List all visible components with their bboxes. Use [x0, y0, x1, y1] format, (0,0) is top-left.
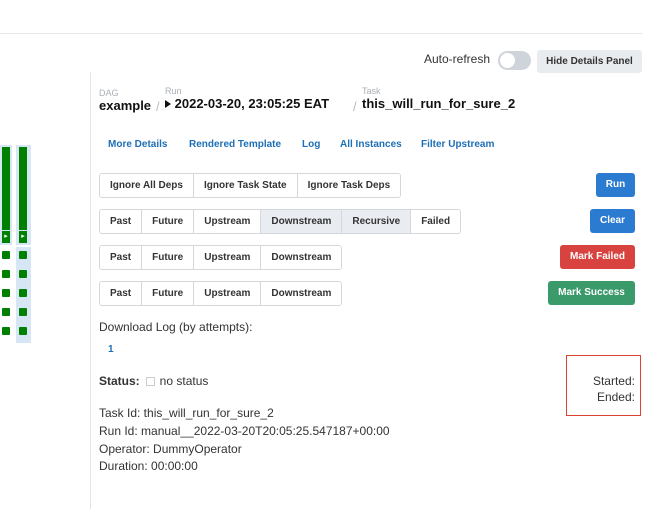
mark-success-downstream-button[interactable]: Downstream	[261, 282, 342, 305]
task-instance-cell[interactable]	[19, 308, 27, 316]
play-icon	[165, 100, 171, 108]
started-label: Started:	[592, 374, 635, 388]
run-duration-bar[interactable]	[2, 147, 10, 230]
run-bar-marker-icon: ▸	[19, 231, 27, 243]
run-options-group: Ignore All Deps Ignore Task State Ignore…	[99, 173, 402, 198]
breadcrumb-dag[interactable]: DAG example	[99, 88, 151, 113]
mark-success-options-group: Past Future Upstream Downstream	[99, 281, 343, 306]
breadcrumb-run-value-wrap[interactable]: 2022-03-20, 23:05:25 EAT	[165, 96, 329, 111]
mark-success-button[interactable]: Mark Success	[548, 281, 635, 305]
mark-failed-future-button[interactable]: Future	[142, 246, 195, 269]
task-instance-cell[interactable]	[2, 251, 10, 259]
auto-refresh-toggle[interactable]	[498, 51, 531, 70]
task-instance-cell[interactable]	[2, 327, 10, 335]
breadcrumb-task-label: Task	[362, 86, 381, 96]
log-link[interactable]: Log	[302, 139, 320, 150]
status-swatch-icon	[145, 376, 155, 386]
task-instance-cell[interactable]	[2, 308, 10, 316]
clear-failed-button[interactable]: Failed	[411, 210, 461, 233]
task-instance-cell[interactable]	[19, 327, 27, 335]
mark-failed-upstream-button[interactable]: Upstream	[194, 246, 262, 269]
breadcrumb-run-value[interactable]: 2022-03-20, 23:05:25 EAT	[175, 96, 329, 111]
breadcrumb-separator: /	[353, 99, 357, 114]
status-value: no status	[159, 374, 209, 388]
clear-options-group: Past Future Upstream Downstream Recursiv…	[99, 209, 462, 234]
filter-upstream-link[interactable]: Filter Upstream	[421, 139, 494, 150]
top-divider	[0, 33, 642, 34]
mark-failed-options-group: Past Future Upstream Downstream	[99, 245, 343, 270]
hide-details-panel-button[interactable]: Hide Details Panel	[537, 50, 642, 73]
breadcrumb-dag-label: DAG	[99, 88, 119, 98]
breadcrumb-separator: /	[156, 99, 160, 114]
breadcrumb-run-label: Run	[165, 86, 182, 96]
task-instance-cell[interactable]	[19, 270, 27, 278]
auto-refresh-label: Auto-refresh	[424, 52, 491, 66]
grid-view-strip: ▸ ▸	[0, 145, 32, 343]
run-id-text: Run Id: manual__2022-03-20T20:05:25.5471…	[99, 424, 390, 438]
mark-failed-past-button[interactable]: Past	[100, 246, 143, 269]
breadcrumb-task[interactable]: Task this_will_run_for_sure_2	[362, 86, 515, 111]
run-button[interactable]: Run	[596, 173, 635, 197]
dag-run-bar[interactable]: ▸	[0, 145, 12, 245]
toggle-knob	[500, 53, 515, 68]
all-instances-link[interactable]: All Instances	[340, 139, 402, 150]
more-details-link[interactable]: More Details	[108, 139, 167, 150]
task-id-text: Task Id: this_will_run_for_sure_2	[99, 406, 274, 420]
clear-future-button[interactable]: Future	[142, 210, 195, 233]
ignore-all-deps-button[interactable]: Ignore All Deps	[100, 174, 194, 197]
clear-upstream-button[interactable]: Upstream	[194, 210, 262, 233]
breadcrumb-task-value[interactable]: this_will_run_for_sure_2	[362, 96, 515, 111]
clear-recursive-button[interactable]: Recursive	[342, 210, 412, 233]
task-instance-cell[interactable]	[19, 289, 27, 297]
operator-text: Operator: DummyOperator	[99, 442, 242, 456]
mark-success-future-button[interactable]: Future	[142, 282, 195, 305]
mark-success-upstream-button[interactable]: Upstream	[194, 282, 262, 305]
duration-text: Duration: 00:00:00	[99, 459, 198, 473]
task-instance-cell[interactable]	[19, 251, 27, 259]
ignore-task-state-button[interactable]: Ignore Task State	[193, 174, 298, 197]
run-duration-bar[interactable]	[19, 147, 27, 230]
clear-button[interactable]: Clear	[590, 209, 635, 233]
panel-divider	[90, 72, 91, 509]
task-instance-cell[interactable]	[2, 270, 10, 278]
task-instance-cell[interactable]	[2, 289, 10, 297]
ignore-task-deps-button[interactable]: Ignore Task Deps	[297, 174, 401, 197]
rendered-template-link[interactable]: Rendered Template	[189, 139, 281, 150]
status-key: Status:	[99, 374, 140, 388]
mark-success-past-button[interactable]: Past	[100, 282, 143, 305]
dag-run-bar-selected[interactable]: ▸	[16, 145, 31, 245]
ended-label: Ended:	[596, 390, 635, 404]
download-log-attempt-link[interactable]: 1	[108, 344, 114, 355]
breadcrumb-dag-value[interactable]: example	[99, 98, 151, 113]
clear-past-button[interactable]: Past	[100, 210, 143, 233]
run-bar-marker-icon: ▸	[2, 231, 10, 243]
mark-failed-downstream-button[interactable]: Downstream	[261, 246, 342, 269]
breadcrumb-run[interactable]: Run 2022-03-20, 23:05:25 EAT	[165, 86, 329, 111]
download-log-label: Download Log (by attempts):	[99, 320, 253, 334]
clear-downstream-button[interactable]: Downstream	[261, 210, 343, 233]
status-row: Status: no status	[99, 374, 208, 388]
mark-failed-button[interactable]: Mark Failed	[560, 245, 635, 269]
